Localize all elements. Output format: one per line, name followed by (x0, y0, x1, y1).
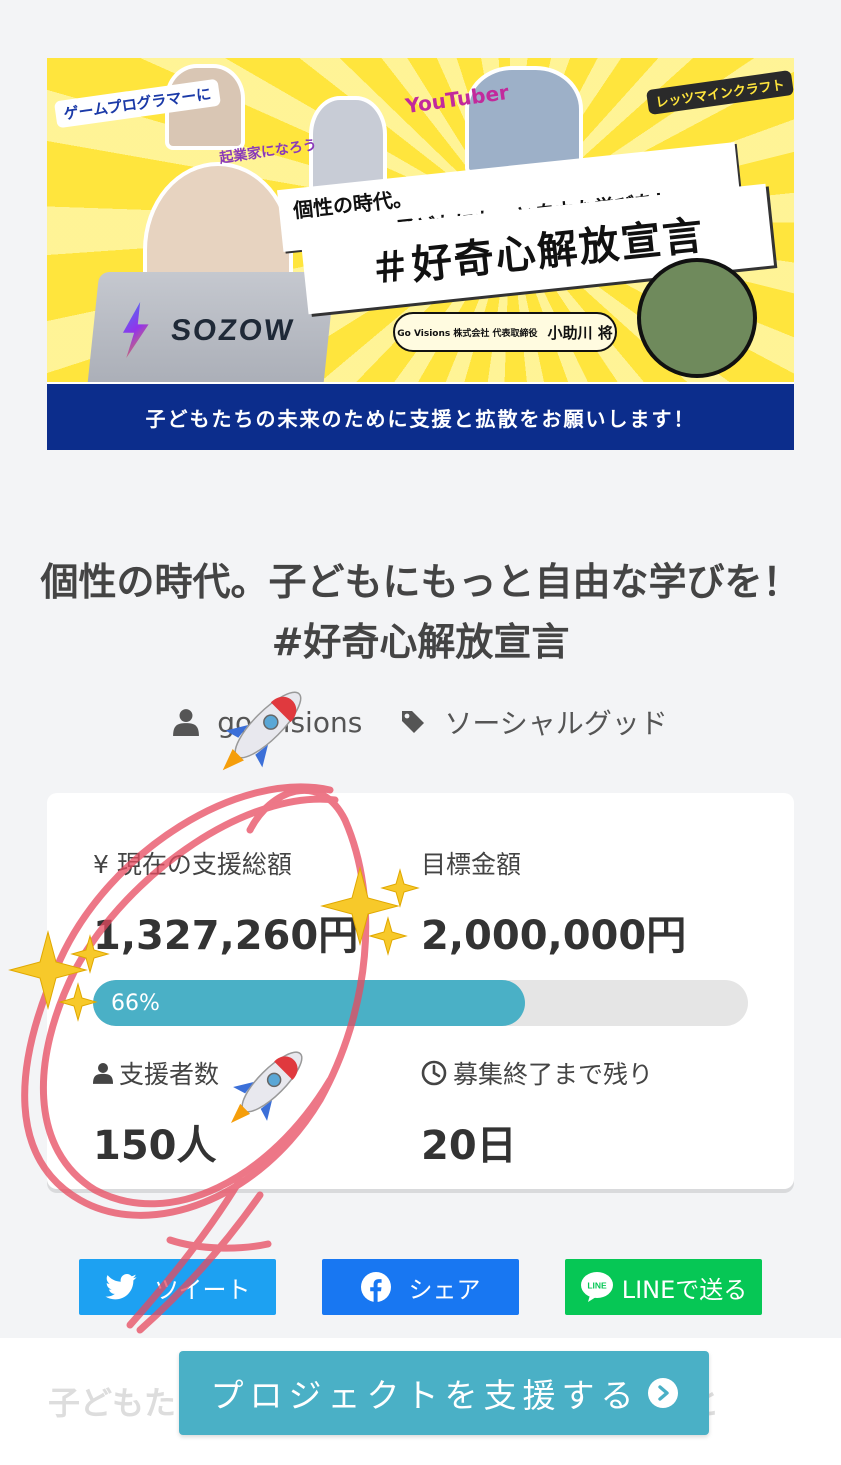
facebook-share-label: シェア (408, 1275, 481, 1304)
project-meta: go_visions ソーシャルグッド (0, 700, 841, 744)
line-icon: LINE (580, 1272, 613, 1302)
support-project-button[interactable]: プロジェクトを支援する (179, 1351, 709, 1435)
project-category[interactable]: ソーシャルグッド (400, 702, 668, 742)
goal-amount-value: 2,000,000円 (421, 913, 687, 959)
backers-label: 支援者数 (93, 1055, 219, 1091)
funding-progress-text: 66% (111, 990, 160, 1016)
project-author[interactable]: go_visions (173, 706, 362, 739)
facebook-icon (360, 1272, 391, 1302)
backers-label-text: 支援者数 (119, 1060, 220, 1089)
sozow-logo-text: SOZOW (169, 314, 297, 347)
funding-stats-card: ¥ 現在の支援総額 1,327,260円 目標金額 2,000,000円 66%… (47, 793, 794, 1189)
chevron-right-circle-icon (647, 1378, 678, 1408)
support-project-label: プロジェクトを支援する (210, 1376, 640, 1415)
remaining-label-text: 募集終了まで残り (453, 1060, 654, 1089)
banner-ceo-photo (637, 258, 757, 378)
clock-icon (421, 1060, 447, 1086)
funding-progress-bar: 66% (93, 980, 748, 1026)
funding-progress-fill: 66% (93, 980, 526, 1026)
project-category-name: ソーシャルグッド (444, 707, 668, 740)
project-author-name: go_visions (217, 705, 363, 739)
banner-ceo-name: 小助川 将 (547, 323, 613, 342)
sozow-logo-icon (112, 302, 158, 358)
banner-strip: 子どもたちの未来のために支援と拡散をお願いします！ (47, 382, 794, 450)
tweet-button-label: ツイート (154, 1275, 251, 1304)
line-share-button[interactable]: LINE LINEで送る (565, 1259, 762, 1315)
banner-ceo-badge: Go Visions 株式会社 代表取締役 小助川 将 (393, 312, 617, 352)
remaining-value: 20日 (421, 1123, 517, 1169)
banner-laptop: SOZOW (86, 272, 336, 392)
project-title: 個性の時代。子どもにもっと自由な学びを！#好奇心解放宣言 (40, 560, 801, 664)
backers-value: 150人 (93, 1123, 217, 1169)
goal-amount-label: 目標金額 (421, 850, 522, 879)
current-total-label: ¥ 現在の支援総額 (93, 850, 292, 879)
current-total-value: 1,327,260円 (93, 913, 359, 959)
project-banner-image: ゲームプログラマーに YouTuber 起業家になろう レッツマインクラフト S… (47, 58, 794, 450)
line-share-label: LINEで送る (621, 1275, 748, 1304)
tweet-button[interactable]: ツイート (79, 1259, 276, 1315)
line-icon-text: LINE (587, 1281, 607, 1291)
banner-ceo-company: Go Visions 株式会社 代表取締役 (397, 328, 538, 339)
facebook-share-button[interactable]: シェア (322, 1259, 519, 1315)
tag-icon (402, 711, 425, 733)
remaining-label: 募集終了まで残り (421, 1055, 653, 1091)
user-icon (93, 1063, 113, 1084)
twitter-bird-icon (104, 1274, 137, 1300)
user-icon (173, 709, 200, 736)
